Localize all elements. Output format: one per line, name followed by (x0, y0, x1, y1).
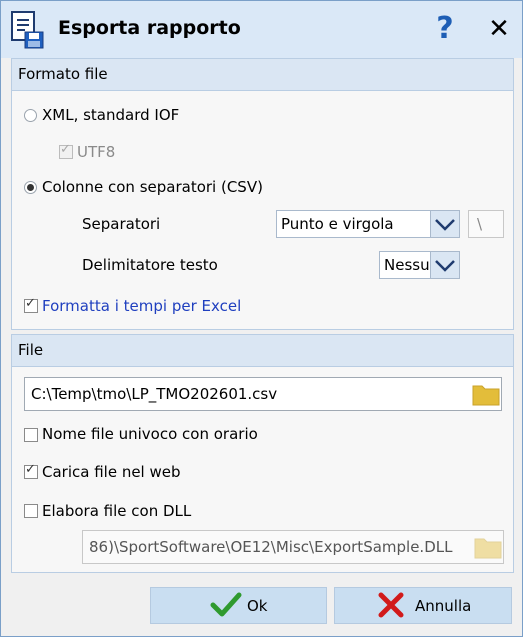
format-group-title: Formato file (18, 65, 108, 83)
upload-web-label[interactable]: Carica file nel web (42, 463, 181, 481)
export-dialog: Esporta rapporto ? ✕ Formato file XML, s… (0, 0, 523, 637)
xml-radio-label[interactable]: XML, standard IOF (42, 106, 179, 124)
delimiter-select[interactable]: Nessun (379, 251, 460, 279)
delimiter-label: Delimitatore testo (82, 256, 218, 274)
upload-web-checkbox[interactable] (24, 462, 38, 479)
csv-radio-label[interactable]: Colonne con separatori (CSV) (42, 178, 263, 196)
excel-label[interactable]: Formatta i tempi per Excel (42, 297, 241, 315)
excel-checkbox[interactable] (24, 296, 38, 313)
unique-filename-label[interactable]: Nome file univoco con orario (42, 425, 258, 443)
dialog-title: Esporta rapporto (58, 17, 241, 39)
dll-path-value: 86)\SportSoftware\OE12\Misc\ExportSample… (89, 538, 453, 556)
utf8-label: UTF8 (77, 143, 116, 161)
export-document-icon (11, 11, 44, 49)
separator-char-field[interactable]: \ (468, 210, 504, 238)
cross-icon (378, 592, 404, 618)
separators-value: Punto e virgola (281, 215, 394, 233)
title-bar: Esporta rapporto ? ✕ (1, 1, 522, 58)
ok-button-label: Ok (247, 597, 268, 615)
format-group-header: Formato file (12, 59, 513, 91)
check-icon (210, 592, 242, 617)
folder-icon[interactable] (470, 378, 502, 410)
utf8-checkbox[interactable] (59, 142, 73, 159)
separators-label: Separatori (82, 215, 161, 233)
help-question-icon[interactable]: ? (429, 9, 461, 49)
unique-filename-checkbox[interactable] (24, 428, 38, 442)
csv-radio[interactable] (24, 181, 37, 194)
separator-char-value: \ (477, 215, 483, 233)
file-path-value: C:\Temp\tmo\LP_TMO202601.csv (31, 385, 278, 403)
separators-select[interactable]: Punto e virgola (276, 210, 460, 238)
chevron-down-icon[interactable] (430, 252, 459, 278)
cancel-button-label: Annulla (415, 597, 472, 615)
file-group-title: File (18, 341, 44, 359)
ok-button[interactable]: Ok (150, 587, 327, 624)
dll-label[interactable]: Elabora file con DLL (42, 502, 191, 520)
chevron-down-icon[interactable] (430, 211, 459, 237)
dll-checkbox[interactable] (24, 504, 38, 518)
xml-radio[interactable] (24, 109, 37, 122)
dll-path-input[interactable]: 86)\SportSoftware\OE12\Misc\ExportSample… (82, 530, 504, 564)
delimiter-value: Nessun (384, 256, 432, 274)
close-icon[interactable]: ✕ (483, 11, 515, 47)
file-path-input[interactable]: C:\Temp\tmo\LP_TMO202601.csv (24, 377, 502, 411)
cancel-button[interactable]: Annulla (334, 587, 512, 624)
folder-icon (474, 538, 502, 559)
file-group: File C:\Temp\tmo\LP_TMO202601.csv Nome f… (11, 334, 514, 573)
file-group-header: File (12, 335, 513, 367)
format-group: Formato file XML, standard IOF UTF8 Colo… (11, 58, 514, 330)
